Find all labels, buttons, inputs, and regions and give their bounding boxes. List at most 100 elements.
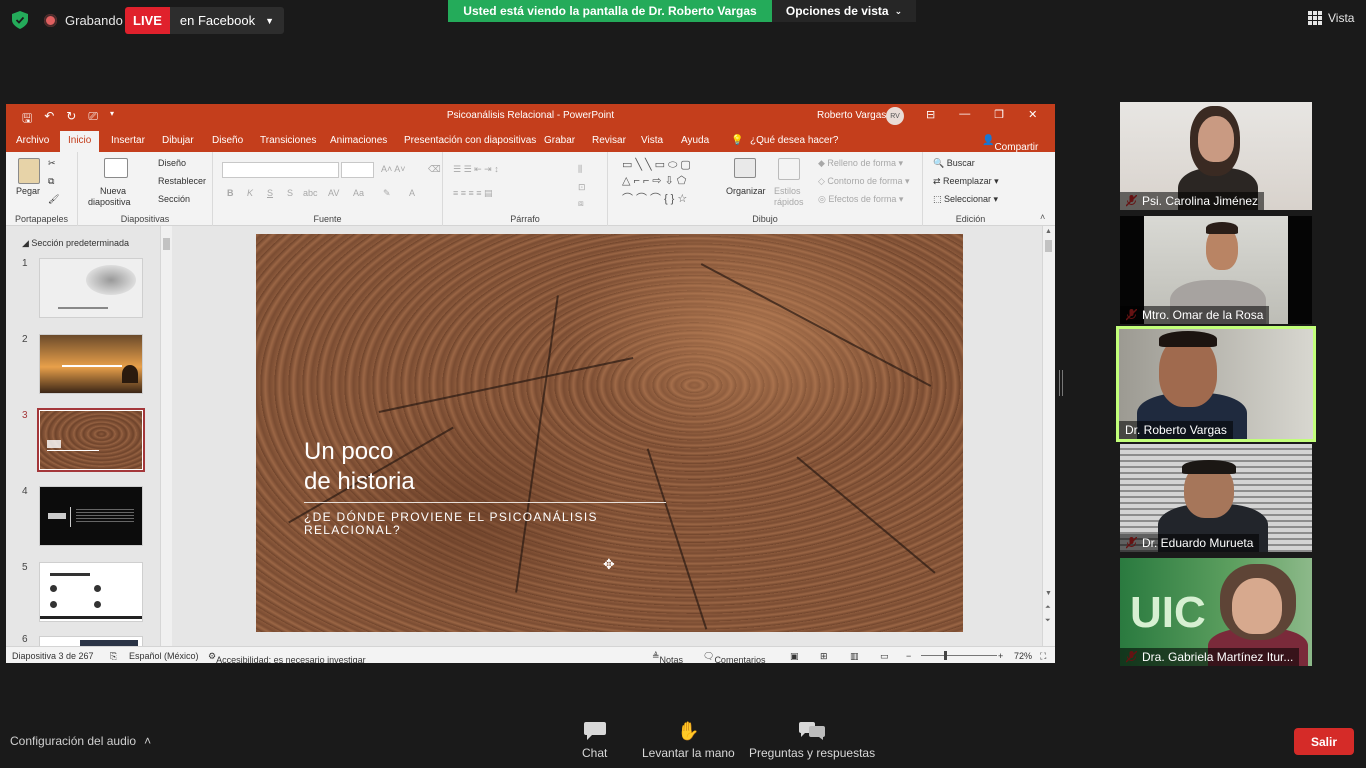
quick-styles-button-line2[interactable]: rápidos bbox=[774, 197, 804, 207]
restore-icon[interactable]: ❐ bbox=[994, 108, 1004, 121]
live-destination[interactable]: en Facebook ▼ bbox=[169, 7, 284, 34]
comments-button[interactable]: 🗨 Comentarios bbox=[703, 651, 765, 663]
quick-styles-button[interactable]: Estilos bbox=[774, 186, 801, 196]
view-layout-button[interactable]: Vista bbox=[1308, 11, 1354, 25]
clear-format-icon[interactable]: ⌫ bbox=[428, 164, 441, 175]
slide-thumbnail-1[interactable] bbox=[39, 258, 143, 318]
new-slide-button-line2[interactable]: diapositiva bbox=[88, 197, 131, 207]
tab-dibujar[interactable]: Dibujar bbox=[162, 135, 194, 146]
presenter-view-icon[interactable]: ▭ bbox=[880, 651, 889, 662]
slide-subtitle[interactable]: ¿DE DÓNDE PROVIENE EL PSICOANÁLISIS RELA… bbox=[304, 511, 634, 537]
layout-button[interactable]: Diseño bbox=[158, 158, 186, 168]
raise-hand-button[interactable]: ✋ Levantar la mano bbox=[642, 722, 735, 760]
previous-slide-icon[interactable]: ⏶ bbox=[1045, 604, 1051, 612]
increase-font-icon[interactable]: A˄ A˅ bbox=[381, 164, 406, 174]
shapes-gallery-row2[interactable]: △⌐⌐⇨⇩⬠ bbox=[622, 174, 689, 187]
chat-button[interactable]: Chat bbox=[582, 722, 607, 760]
underline-icon[interactable]: S bbox=[267, 188, 273, 198]
highlight-icon[interactable]: ✎ bbox=[383, 188, 391, 199]
slide-thumbnail-4[interactable] bbox=[39, 486, 143, 546]
slide-thumbnail-2[interactable] bbox=[39, 334, 143, 394]
font-color-icon[interactable]: A bbox=[409, 188, 415, 198]
user-name[interactable]: Roberto Vargas bbox=[817, 110, 886, 121]
participant-tile[interactable]: Psi. Carolina Jiménez bbox=[1120, 102, 1312, 210]
bullets-icon[interactable]: ☰ ☰ ⇤ ⇥ ↕ bbox=[453, 164, 499, 175]
normal-view-icon[interactable]: ▣ bbox=[790, 651, 799, 662]
slide-thumbnail-5[interactable] bbox=[39, 562, 143, 622]
tab-ayuda[interactable]: Ayuda bbox=[681, 135, 709, 146]
panel-resize-handle[interactable] bbox=[1059, 370, 1063, 396]
section-header[interactable]: ◢ Sección predeterminada bbox=[22, 238, 129, 249]
bold-icon[interactable]: B bbox=[227, 188, 234, 198]
slide-title[interactable]: Un poco de historia bbox=[304, 437, 415, 497]
quick-styles-icon[interactable] bbox=[778, 158, 800, 180]
security-shield-icon[interactable] bbox=[12, 11, 28, 29]
share-button[interactable]: 👤 Compartir bbox=[982, 135, 1038, 153]
text-direction-icon[interactable]: ⫼ bbox=[578, 164, 582, 175]
tab-revisar[interactable]: Revisar bbox=[592, 135, 626, 146]
qa-button[interactable]: Preguntas y respuestas bbox=[749, 722, 875, 760]
close-icon[interactable]: ✕ bbox=[1028, 108, 1037, 121]
case-icon[interactable]: Aa bbox=[353, 188, 364, 198]
shape-fill-button[interactable]: ◆ Relleno de forma ▾ bbox=[818, 158, 903, 169]
participant-tile[interactable]: Dr. Eduardo Murueta bbox=[1120, 444, 1312, 552]
zoom-level[interactable]: 72% bbox=[1014, 651, 1032, 661]
tab-diseno[interactable]: Diseño bbox=[212, 135, 243, 146]
align-icons[interactable]: ≡ ≡ ≡ ≡ ▤ bbox=[453, 188, 493, 199]
slide-sorter-icon[interactable]: ⊞ bbox=[820, 651, 828, 662]
canvas-scrollbar[interactable]: ▲ ▼ ⏶ ⏷ bbox=[1042, 226, 1055, 646]
find-button[interactable]: 🔍 Buscar bbox=[933, 158, 975, 169]
zoom-out-icon[interactable]: − bbox=[906, 651, 911, 661]
shapes-gallery-row3[interactable]: ⌒⌒⌒{}☆ bbox=[622, 190, 690, 206]
tab-transiciones[interactable]: Transiciones bbox=[260, 135, 316, 146]
participant-tile[interactable]: UIC Dra. Gabriela Martínez Itur... bbox=[1120, 558, 1312, 666]
align-text-icon[interactable]: ⊡ bbox=[578, 182, 586, 193]
tab-archivo[interactable]: Archivo bbox=[16, 135, 49, 146]
live-stream-control[interactable]: LIVE en Facebook ▼ bbox=[125, 7, 284, 34]
select-button[interactable]: ⬚ Seleccionar ▾ bbox=[933, 194, 998, 205]
scroll-down-icon[interactable]: ▼ bbox=[1045, 590, 1052, 597]
new-slide-button[interactable]: Nueva bbox=[100, 186, 126, 196]
fit-slide-icon[interactable]: ⛶ bbox=[1040, 651, 1046, 662]
font-name-input[interactable] bbox=[222, 162, 339, 178]
minimize-icon[interactable]: — bbox=[959, 108, 970, 121]
shapes-gallery[interactable]: ▭╲╲▭⬭▢ bbox=[622, 158, 694, 172]
reading-view-icon[interactable]: ▥ bbox=[850, 651, 859, 662]
language[interactable]: Español (México) bbox=[129, 651, 199, 661]
view-options-button[interactable]: Opciones de vista ⌄ bbox=[772, 0, 916, 22]
new-slide-icon[interactable] bbox=[104, 158, 128, 178]
tab-presentacion[interactable]: Presentación con diapositivas bbox=[404, 135, 536, 146]
shape-outline-button[interactable]: ◇ Contorno de forma ▾ bbox=[818, 176, 910, 187]
thumbnail-scrollbar[interactable] bbox=[160, 226, 172, 646]
tab-vista[interactable]: Vista bbox=[641, 135, 663, 146]
tell-me-box[interactable]: ¿Qué desea hacer? bbox=[750, 135, 838, 146]
current-slide[interactable]: Un poco de historia ¿DE DÓNDE PROVIENE E… bbox=[256, 234, 963, 632]
next-slide-icon[interactable]: ⏷ bbox=[1045, 617, 1051, 625]
spell-check-icon[interactable]: ⎘ bbox=[110, 651, 117, 662]
strikethrough-icon[interactable]: abc bbox=[303, 188, 318, 198]
slide-thumbnail-3[interactable] bbox=[37, 408, 145, 472]
spacing-icon[interactable]: AV bbox=[328, 188, 339, 198]
tab-inicio[interactable]: Inicio bbox=[60, 131, 100, 152]
paste-button[interactable]: Pegar bbox=[16, 186, 40, 196]
paste-icon[interactable] bbox=[18, 158, 40, 184]
participant-tile[interactable]: Mtro. Omar de la Rosa bbox=[1120, 216, 1312, 324]
replace-button[interactable]: ⇄ Reemplazar ▾ bbox=[933, 176, 999, 187]
notes-button[interactable]: ≜ Notas bbox=[652, 651, 683, 663]
font-size-input[interactable] bbox=[341, 162, 374, 178]
scroll-up-icon[interactable]: ▲ bbox=[1045, 228, 1052, 235]
shape-effects-button[interactable]: ◎ Efectos de forma ▾ bbox=[818, 194, 903, 205]
slide-thumbnail-6[interactable] bbox=[39, 636, 143, 646]
participant-tile-active-speaker[interactable]: Dr. Roberto Vargas bbox=[1116, 326, 1316, 442]
audio-settings-button[interactable]: Configuración del audio ˄ bbox=[10, 734, 151, 748]
cut-icon[interactable]: ✂ bbox=[48, 158, 56, 169]
user-avatar[interactable]: RV bbox=[886, 107, 904, 125]
italic-icon[interactable]: K bbox=[247, 188, 253, 198]
format-painter-icon[interactable]: 🖌 bbox=[48, 194, 59, 205]
smartart-icon[interactable]: ⧈ bbox=[578, 198, 584, 209]
zoom-in-icon[interactable]: + bbox=[998, 651, 1003, 661]
section-button[interactable]: Sección bbox=[158, 194, 190, 204]
shadow-icon[interactable]: S bbox=[287, 188, 293, 198]
tab-grabar[interactable]: Grabar bbox=[544, 135, 575, 146]
zoom-slider[interactable] bbox=[921, 655, 997, 656]
